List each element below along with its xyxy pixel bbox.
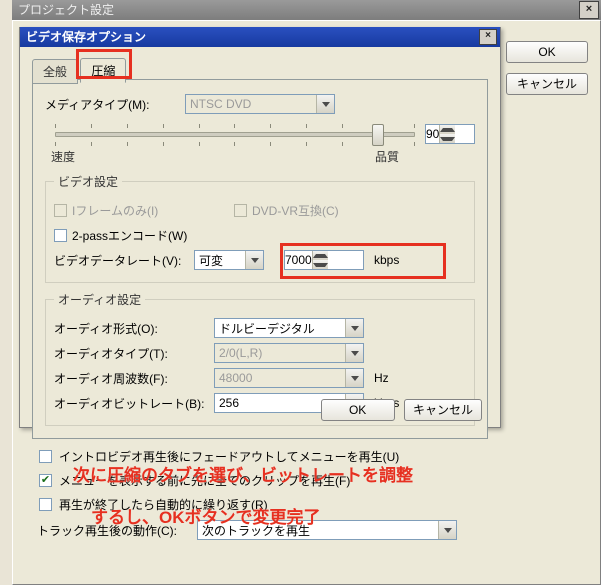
tab-general[interactable]: 全般 — [32, 59, 78, 84]
tab-panel-compress: メディアタイプ(M): NTSC DVD — [32, 79, 488, 439]
quality-slider-thumb[interactable] — [372, 124, 384, 146]
media-type-drop-icon — [316, 95, 334, 113]
row-iframe-dvdvr: Iフレームのみ(I) DVD-VR互換(C) — [54, 199, 466, 221]
checkbox-iframe — [54, 204, 67, 217]
label-audio-type: オーディオタイプ(T): — [54, 345, 214, 362]
combo-audio-format[interactable]: ドルビーデジタル — [214, 318, 364, 338]
combo-datarate-mode[interactable]: 可変 — [194, 250, 264, 270]
checkbox-intro-fade[interactable] — [39, 450, 52, 463]
label-audio-format: オーディオ形式(O): — [54, 320, 214, 337]
outer-close-button[interactable]: × — [579, 1, 599, 19]
combo-track-after[interactable]: 次のトラックを再生 — [197, 520, 457, 540]
audio-type-drop-icon — [345, 344, 363, 362]
check-icon: ✔ — [41, 475, 50, 486]
inner-ok-button[interactable]: OK — [321, 399, 395, 421]
track-after-value: 次のトラックを再生 — [198, 522, 438, 539]
audio-frequency-value: 48000 — [215, 371, 345, 385]
checkbox-repeat[interactable] — [39, 498, 52, 511]
outer-ok-button[interactable]: OK — [506, 41, 588, 63]
outer-titlebar: プロジェクト設定 × — [12, 0, 601, 20]
label-track-after: トラック再生後の動作(C): — [37, 522, 197, 539]
outer-button-group: OK キャンセル — [500, 41, 588, 95]
label-twopass: 2-passエンコード(W) — [72, 227, 187, 244]
label-quality: 品質 — [375, 148, 399, 165]
audio-frequency-drop-icon — [345, 369, 363, 387]
group-video-settings: ビデオ設定 Iフレームのみ(I) DVD-VR互換(C) — [45, 173, 475, 283]
combo-audio-type: 2/0(L,R) — [214, 343, 364, 363]
inner-body: 全般 圧縮 メディアタイプ(M): NTSC DVD — [20, 47, 500, 427]
combo-media-type: NTSC DVD — [185, 94, 335, 114]
combo-audio-frequency: 48000 — [214, 368, 364, 388]
legend-video-settings: ビデオ設定 — [54, 173, 122, 190]
lower-options: イントロビデオ再生後にフェードアウトしてメニューを再生(U) ✔ メニューを表示… — [37, 443, 588, 543]
label-dvdvr: DVD-VR互換(C) — [252, 202, 339, 219]
row-audio-frequency: オーディオ周波数(F): 48000 Hz — [54, 367, 466, 389]
quality-slider[interactable] — [55, 124, 415, 144]
row-track-after: トラック再生後の動作(C): 次のトラックを再生 — [37, 519, 588, 541]
label-speed: 速度 — [51, 148, 75, 165]
row-audio-type: オーディオタイプ(T): 2/0(L,R) — [54, 342, 466, 364]
row-media-type: メディアタイプ(M): NTSC DVD — [45, 93, 475, 115]
row-opt-play-clips: ✔ メニューを表示する前に先に全てのクリップを再生(F) — [37, 469, 588, 491]
legend-audio-settings: オーディオ設定 — [54, 291, 145, 308]
datarate-mode-drop-icon[interactable] — [245, 251, 263, 269]
slider-end-labels: 速度 品質 — [51, 148, 469, 165]
track-after-drop-icon[interactable] — [438, 521, 456, 539]
video-save-options-dialog: ビデオ保存オプション × 全般 圧縮 メディアタイプ(M): NTSC DVD — [19, 27, 501, 428]
video-datarate-value: 7000 — [285, 253, 312, 267]
inner-titlebar: ビデオ保存オプション × — [20, 27, 500, 47]
label-media-type: メディアタイプ(M): — [45, 96, 185, 113]
checkbox-dvdvr — [234, 204, 247, 217]
window-root: プロジェクト設定 × OK キャンセル ビデオ保存オプション × 全般 圧縮 — [0, 0, 601, 585]
quality-spinner[interactable]: 90 — [425, 124, 475, 144]
outer-cancel-button[interactable]: キャンセル — [506, 73, 588, 95]
label-play-clips: メニューを表示する前に先に全てのクリップを再生(F) — [57, 472, 350, 489]
quality-value: 90 — [426, 127, 439, 141]
label-intro-fade: イントロビデオ再生後にフェードアウトしてメニューを再生(U) — [57, 448, 399, 465]
audio-format-value: ドルビーデジタル — [215, 320, 345, 337]
audio-frequency-unit: Hz — [374, 371, 389, 385]
checkbox-play-clips[interactable]: ✔ — [39, 474, 52, 487]
label-audio-frequency: オーディオ周波数(F): — [54, 370, 214, 387]
media-type-value: NTSC DVD — [186, 97, 316, 111]
audio-format-drop-icon[interactable] — [345, 319, 363, 337]
row-opt-intro-fade: イントロビデオ再生後にフェードアウトしてメニューを再生(U) — [37, 445, 588, 467]
inner-button-group: OK キャンセル — [315, 399, 482, 421]
row-twopass: 2-passエンコード(W) — [54, 224, 466, 246]
inner-title-text: ビデオ保存オプション — [26, 30, 146, 44]
datarate-mode-value: 可変 — [195, 252, 245, 269]
row-video-datarate: ビデオデータレート(V): 可変 7000 — [54, 249, 466, 271]
label-repeat: 再生が終了したら自動的に繰り返す(R) — [57, 496, 268, 513]
quality-spin-buttons[interactable] — [439, 125, 455, 143]
checkbox-twopass[interactable] — [54, 229, 67, 242]
video-datarate-spin[interactable] — [312, 251, 328, 269]
label-audio-bitrate: オーディオビットレート(B): — [54, 395, 214, 412]
outer-title-text: プロジェクト設定 — [18, 3, 114, 17]
row-opt-repeat: 再生が終了したら自動的に繰り返す(R) — [37, 493, 588, 515]
inner-cancel-button[interactable]: キャンセル — [404, 399, 482, 421]
label-video-datarate: ビデオデータレート(V): — [54, 252, 194, 269]
video-datarate-spinner[interactable]: 7000 — [284, 250, 364, 270]
label-iframe: Iフレームのみ(I) — [72, 202, 158, 219]
outer-body: OK キャンセル ビデオ保存オプション × 全般 圧縮 メディアタイプ(M): — [12, 20, 601, 585]
tab-strip: 全般 圧縮 — [32, 57, 488, 79]
row-audio-format: オーディオ形式(O): ドルビーデジタル — [54, 317, 466, 339]
audio-type-value: 2/0(L,R) — [215, 346, 345, 360]
row-quality-slider: 90 — [45, 123, 475, 145]
tab-compress[interactable]: 圧縮 — [80, 58, 126, 83]
inner-close-button[interactable]: × — [479, 29, 497, 45]
video-datarate-unit: kbps — [374, 253, 399, 267]
